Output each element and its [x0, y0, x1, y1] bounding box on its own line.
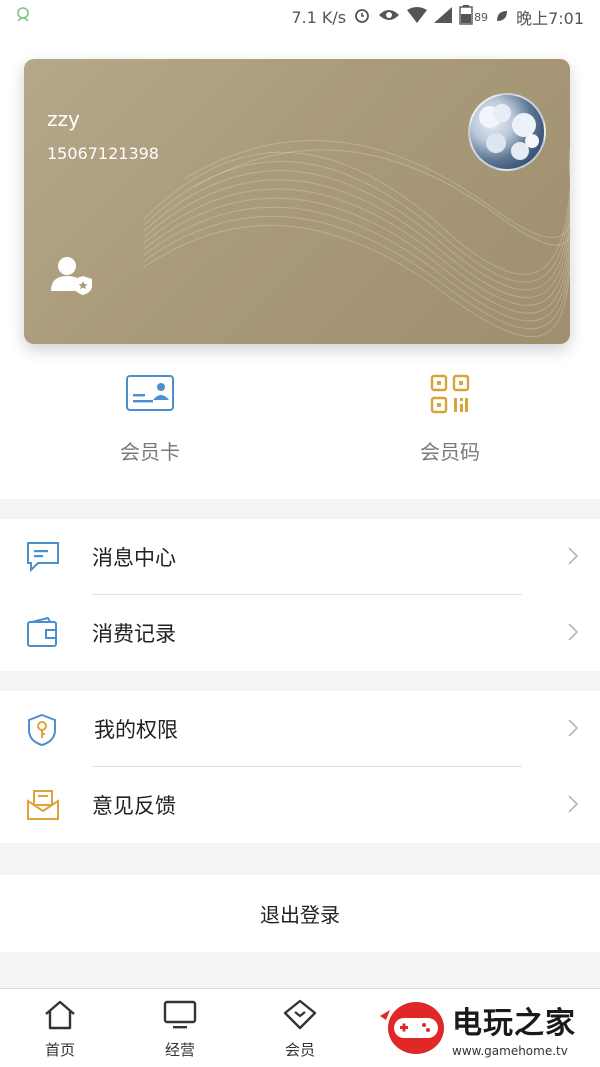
chevron-right-icon	[568, 719, 579, 741]
battery-level: 89	[474, 10, 489, 24]
watermark-logo-icon	[378, 996, 446, 1060]
alarm-icon	[353, 6, 371, 28]
home-icon	[43, 999, 77, 1035]
page: 7.1 K/s 89 晚上7:01 zzy 15067121398 会员卡 会员…	[0, 0, 600, 1067]
nav-item-label: 首页	[44, 1041, 75, 1059]
shield-key-icon	[26, 713, 58, 751]
watermark: 电玩之家 www.gamehome.tv	[378, 992, 600, 1064]
menu-item-label: 消费记录	[92, 622, 176, 646]
member-badge-icon	[50, 255, 94, 299]
quick-action-member-card[interactable]: 会员卡	[0, 374, 300, 484]
quick-actions: 会员卡 会员码	[0, 374, 600, 484]
quick-action-label: 会员码	[420, 440, 480, 464]
diamond-icon	[283, 999, 317, 1035]
nav-item-members[interactable]: 会员	[240, 989, 360, 1067]
battery-icon	[459, 5, 473, 29]
chevron-right-icon	[568, 795, 579, 817]
feedback-mail-icon	[26, 789, 60, 825]
qr-code-icon	[430, 374, 470, 418]
menu-item-label: 我的权限	[94, 718, 178, 742]
message-icon	[26, 541, 60, 577]
nav-item-home[interactable]: 首页	[0, 989, 120, 1067]
member-phone: 15067121398	[47, 144, 159, 163]
wifi-icon	[407, 7, 428, 27]
nav-item-label: 会员	[284, 1041, 315, 1059]
network-speed: 7.1 K/s	[291, 7, 347, 27]
menu-group-account: 我的权限 意见反馈	[0, 691, 600, 843]
menu-item-feedback[interactable]: 意见反馈	[0, 767, 600, 843]
eye-icon	[378, 7, 400, 27]
status-bar: 7.1 K/s 89 晚上7:01	[0, 0, 600, 34]
leaf-icon	[495, 8, 509, 27]
menu-group-records: 消息中心 消费记录	[0, 519, 600, 671]
chevron-right-icon	[568, 547, 579, 569]
chevron-right-icon	[568, 623, 579, 645]
menu-item-label: 意见反馈	[92, 794, 176, 818]
clock: 晚上7:01	[516, 9, 584, 28]
profile-area: zzy 15067121398 会员卡 会员码	[0, 34, 600, 499]
member-name: zzy	[47, 107, 80, 131]
nav-item-business[interactable]: 经营	[120, 989, 240, 1067]
watermark-title: 电玩之家	[452, 1006, 576, 1041]
menu-item-message-center[interactable]: 消息中心	[0, 519, 600, 595]
wallet-icon	[26, 616, 60, 653]
menu-item-consumption-records[interactable]: 消费记录	[0, 595, 600, 671]
nav-item-label: 经营	[164, 1041, 195, 1059]
monitor-icon	[163, 999, 197, 1035]
signal-icon	[434, 7, 453, 27]
logout-button[interactable]: 退出登录	[0, 875, 600, 952]
member-card[interactable]: zzy 15067121398	[24, 59, 570, 344]
notification-icon	[14, 6, 32, 28]
quick-action-member-code[interactable]: 会员码	[300, 374, 600, 484]
watermark-url: www.gamehome.tv	[452, 1044, 568, 1058]
quick-action-label: 会员卡	[120, 440, 180, 464]
menu-item-my-permissions[interactable]: 我的权限	[0, 691, 600, 767]
member-card-icon	[125, 374, 175, 418]
menu-item-label: 消息中心	[92, 546, 176, 570]
avatar[interactable]	[468, 93, 546, 171]
